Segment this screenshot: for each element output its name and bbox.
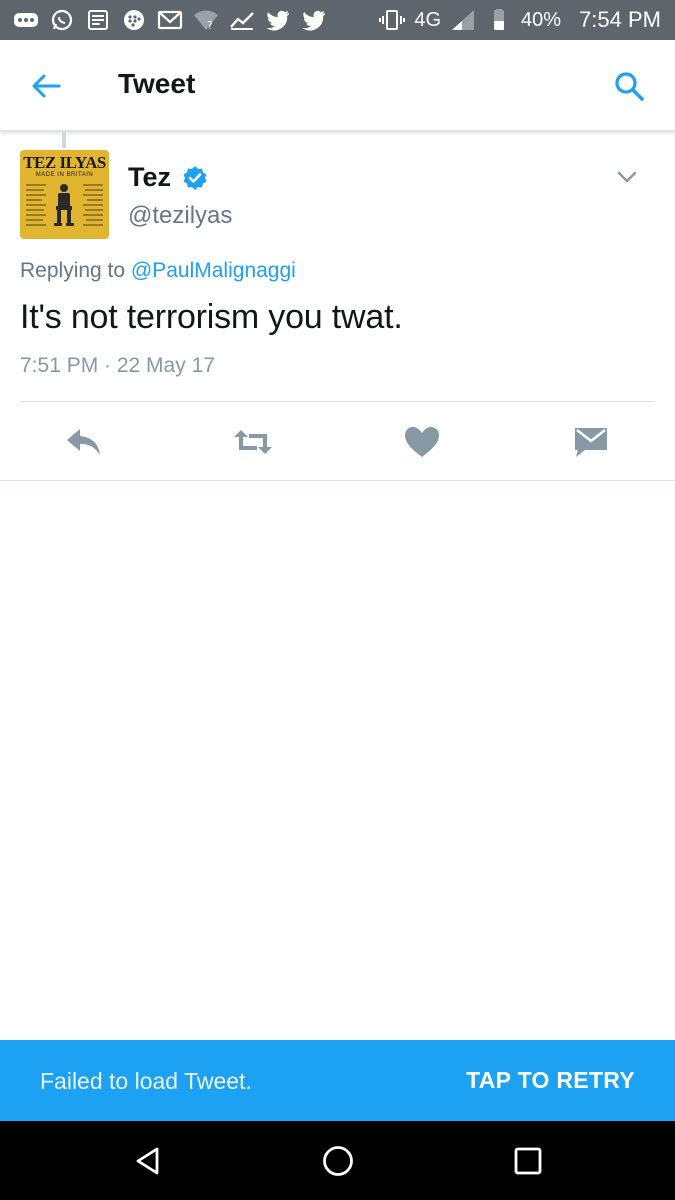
screen: ? 4G 40% 7:54 PM Tweet TEZ ILYAS MADE IN… [0,0,675,1200]
cell-signal-icon [449,8,477,32]
search-icon [615,72,644,101]
divider [20,401,655,402]
vibrate-icon [378,8,406,32]
thread-connector [62,132,66,148]
back-triangle-icon [136,1147,159,1175]
retweet-icon [234,430,272,454]
nav-home-button[interactable] [318,1141,358,1181]
wifi-unknown-icon: ? [192,8,220,32]
more-icon [12,8,40,32]
tweet-timestamp: 7:51 PM · 22 May 17 [20,354,215,377]
whatsapp-icon [48,8,76,32]
nav-back-button[interactable] [128,1141,168,1181]
home-circle-icon [323,1146,353,1176]
tweet-menu-button[interactable] [612,162,642,192]
app-bar: Tweet [0,40,675,132]
blackberry-icon [120,8,148,32]
network-type-label: 4G [414,8,442,31]
svg-text:?: ? [207,19,213,31]
author-name[interactable]: Tez [128,162,171,193]
system-nav-bar [0,1121,675,1200]
envelope-icon [575,428,607,457]
replying-to: Replying to @PaulMalignaggi [20,259,296,283]
gmail-icon [156,8,184,32]
reply-button[interactable] [62,420,106,464]
back-button[interactable] [26,66,66,106]
replying-mention-link[interactable]: @PaulMalignaggi [131,259,296,282]
heart-icon [405,427,439,457]
chevron-down-icon [617,171,637,183]
recents-square-icon [514,1147,542,1175]
reply-icon [67,429,100,455]
avatar-figure-icon [26,184,103,226]
twitter-icon [300,8,328,32]
twitter-icon [264,8,292,32]
status-bar: ? 4G 40% 7:54 PM [0,0,675,40]
arrow-left-icon [32,74,61,98]
notification-icons: ? [12,8,328,32]
system-icons: 4G 40% 7:54 PM [378,7,661,33]
like-button[interactable] [400,420,444,464]
page-title: Tweet [118,68,196,99]
battery-icon [485,8,513,32]
nav-recents-button[interactable] [508,1141,548,1181]
direct-message-button[interactable] [569,420,613,464]
signal-graph-icon [228,8,256,32]
avatar[interactable]: TEZ ILYAS MADE IN BRITAIN [20,150,109,239]
verified-badge-icon [183,166,207,190]
error-message: Failed to load Tweet. [40,1068,252,1094]
battery-percent: 40% [521,8,562,31]
search-button[interactable] [609,66,649,106]
retweet-button[interactable] [231,420,275,464]
tweet-text: It's not terrorism you twat. [20,298,403,336]
news-icon [84,8,112,32]
retry-button[interactable]: TAP TO RETRY [466,1067,635,1094]
author-handle[interactable]: @tezilyas [128,202,232,230]
replying-prefix: Replying to [20,259,131,282]
clock: 7:54 PM [579,7,661,32]
retry-banner: Failed to load Tweet. TAP TO RETRY [0,1040,675,1121]
divider [0,480,675,481]
